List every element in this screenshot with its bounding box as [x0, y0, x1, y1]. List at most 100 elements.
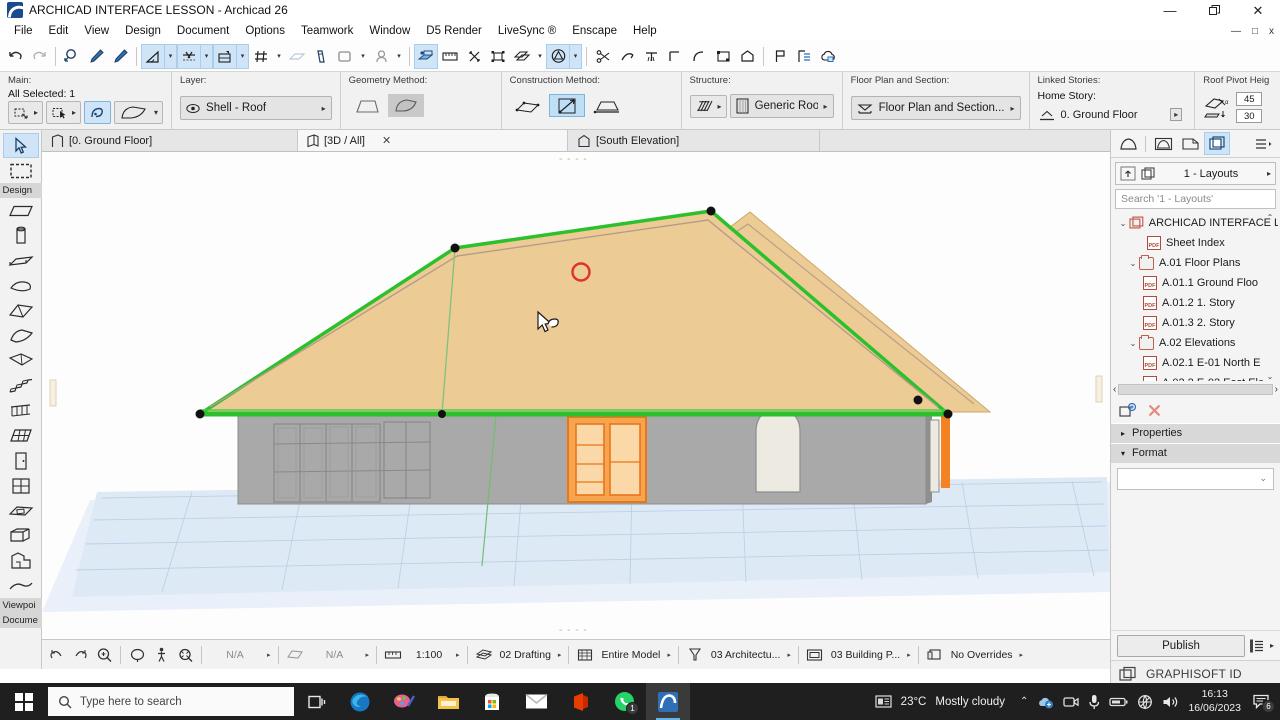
pen-set-name-arrow[interactable]: ▸: [555, 651, 565, 659]
measure-icon[interactable]: [438, 44, 462, 69]
menu-document[interactable]: Document: [169, 23, 237, 39]
restore-button[interactable]: [1192, 0, 1236, 21]
home-story-selector[interactable]: 0. Ground Floor ▸: [1038, 103, 1187, 126]
zoom-icon[interactable]: [92, 643, 116, 667]
orbit-back-icon[interactable]: [44, 643, 68, 667]
pen-set-icon[interactable]: [472, 643, 496, 667]
publish-button[interactable]: Publish: [1117, 634, 1245, 657]
tool-column[interactable]: [3, 223, 39, 248]
structure-value-arrow[interactable]: ▸: [824, 102, 828, 111]
element-lock-dropdown[interactable]: ▾: [393, 44, 405, 69]
tree-item-ground-floor[interactable]: PDF A.01.1 Ground Floo: [1115, 273, 1278, 293]
tool-marquee[interactable]: [3, 158, 39, 183]
structure-display-arrow[interactable]: ▸: [664, 651, 674, 659]
building-materials-icon[interactable]: [735, 44, 759, 69]
menu-file[interactable]: File: [6, 23, 41, 39]
microsoft-store-icon[interactable]: [470, 683, 514, 720]
tool-slab[interactable]: [3, 273, 39, 298]
selection-arrow-icon[interactable]: ▸: [46, 101, 82, 124]
tool-shell[interactable]: [3, 323, 39, 348]
tool-window[interactable]: [3, 473, 39, 498]
view-map-icon[interactable]: [1150, 132, 1176, 155]
orbit-forward-icon[interactable]: [68, 643, 92, 667]
construction-profile-ridge-icon[interactable]: [510, 94, 546, 117]
onedrive-icon[interactable]: [1037, 695, 1054, 709]
tool-railing[interactable]: [3, 398, 39, 423]
tab-ground-floor[interactable]: [0. Ground Floor]: [42, 130, 298, 151]
mail-icon[interactable]: [514, 683, 558, 720]
renovation-filter-value[interactable]: 03 Architectu...: [707, 649, 784, 661]
project-map-icon[interactable]: [1115, 132, 1141, 155]
fill-type-icon[interactable]: [283, 643, 307, 667]
graphic-override-arrow[interactable]: ▸: [1017, 651, 1027, 659]
go-up-icon[interactable]: [1120, 166, 1136, 181]
floorplan-section-arrow[interactable]: ▸: [1011, 104, 1015, 113]
tool-skylight[interactable]: [3, 498, 39, 523]
renovation-filter-icon[interactable]: [510, 44, 534, 69]
mark-up-icon[interactable]: [768, 44, 792, 69]
publish-options-icon[interactable]: [1249, 638, 1266, 654]
scroll-right-arrow[interactable]: ›: [1275, 384, 1278, 395]
office-icon[interactable]: [558, 683, 602, 720]
hamburger-menu-icon[interactable]: [1250, 132, 1276, 155]
tool-zone[interactable]: [3, 548, 39, 573]
tool-roof[interactable]: [3, 298, 39, 323]
tree-item-elevations-folder[interactable]: ⌄ A.02 Elevations: [1115, 333, 1278, 353]
bimcloud-icon[interactable]: [816, 44, 840, 69]
renovation-filter-arrow[interactable]: ▸: [784, 651, 794, 659]
element-list-icon[interactable]: [792, 44, 816, 69]
shell-settings-icon[interactable]: [84, 101, 112, 124]
structure-dropdown-arrow[interactable]: ▸: [718, 102, 722, 111]
floorplan-section-selector[interactable]: Floor Plan and Section... ▸: [850, 96, 1021, 120]
snap-guides-dropdown[interactable]: ▾: [237, 43, 249, 69]
scale-value[interactable]: 1:100: [405, 649, 453, 661]
navigator-search-input[interactable]: Search '1 - Layouts': [1115, 189, 1276, 209]
new-publisher-set-icon[interactable]: [1119, 402, 1137, 419]
fill-value[interactable]: N/A: [307, 649, 363, 661]
publisher-set-selector[interactable]: 1 - Layouts ▸: [1115, 162, 1276, 185]
snap-points-dropdown[interactable]: ▾: [201, 43, 213, 69]
structure-display-icon[interactable]: [573, 643, 597, 667]
tool-door[interactable]: [3, 448, 39, 473]
3d-viewport[interactable]: - - - - - - - -: [42, 152, 1110, 639]
magic-wand-icon[interactable]: [309, 44, 333, 69]
layers-icon[interactable]: [333, 44, 357, 69]
element-lock-icon[interactable]: [369, 44, 393, 69]
menu-teamwork[interactable]: Teamwork: [293, 23, 361, 39]
minimize-button[interactable]: —: [1148, 0, 1192, 21]
construction-base-line-icon[interactable]: [588, 94, 624, 117]
navigator-vertical-scrollbar[interactable]: ⌃ ⌄: [1264, 213, 1276, 381]
menu-window[interactable]: Window: [361, 23, 418, 39]
tool-morph[interactable]: [3, 348, 39, 373]
menu-d5-render[interactable]: D5 Render: [418, 23, 490, 39]
battery-icon[interactable]: [1109, 696, 1128, 708]
layers-dropdown[interactable]: ▾: [357, 44, 369, 69]
menu-view[interactable]: View: [76, 23, 117, 39]
marquee-icon[interactable]: [462, 44, 486, 69]
paint3d-icon[interactable]: [382, 683, 426, 720]
scrollbar-thumb[interactable]: [1118, 384, 1273, 395]
tool-curtain-wall[interactable]: [3, 423, 39, 448]
tree-twisty[interactable]: ⌄: [1117, 219, 1129, 228]
3d-cutaway-icon[interactable]: [414, 43, 438, 69]
tab-close-button[interactable]: ✕: [382, 134, 391, 147]
graphic-override-icon[interactable]: [546, 43, 570, 69]
doc-close-button[interactable]: x: [1267, 26, 1276, 37]
tab-south-elevation[interactable]: [South Elevation]: [568, 130, 820, 151]
tree-item-sheet-index[interactable]: PDF Sheet Index: [1115, 233, 1278, 253]
tree-item-1-story[interactable]: PDF A.01.2 1. Story: [1115, 293, 1278, 313]
fill-arrow[interactable]: ▸: [363, 651, 373, 659]
show-hidden-icons[interactable]: ⌃: [1014, 696, 1028, 707]
tree-twisty[interactable]: ⌄: [1127, 339, 1139, 348]
structure-selector[interactable]: Generic Roof/... ▸: [729, 94, 834, 118]
intersect-icon[interactable]: [663, 44, 687, 69]
camera-icon[interactable]: [1063, 695, 1080, 709]
windows-start-icon[interactable]: [0, 683, 48, 720]
grid-snap-dropdown[interactable]: ▾: [273, 44, 285, 69]
scroll-left-arrow[interactable]: ‹: [1113, 384, 1116, 395]
publisher-set-arrow[interactable]: ▸: [1267, 169, 1271, 178]
taskbar-clock[interactable]: 16:13 16/06/2023: [1188, 688, 1241, 714]
tool-arrow[interactable]: [2, 133, 39, 158]
geometry-extruded-shell-icon[interactable]: [349, 94, 385, 117]
layer-combination-icon[interactable]: [803, 643, 827, 667]
